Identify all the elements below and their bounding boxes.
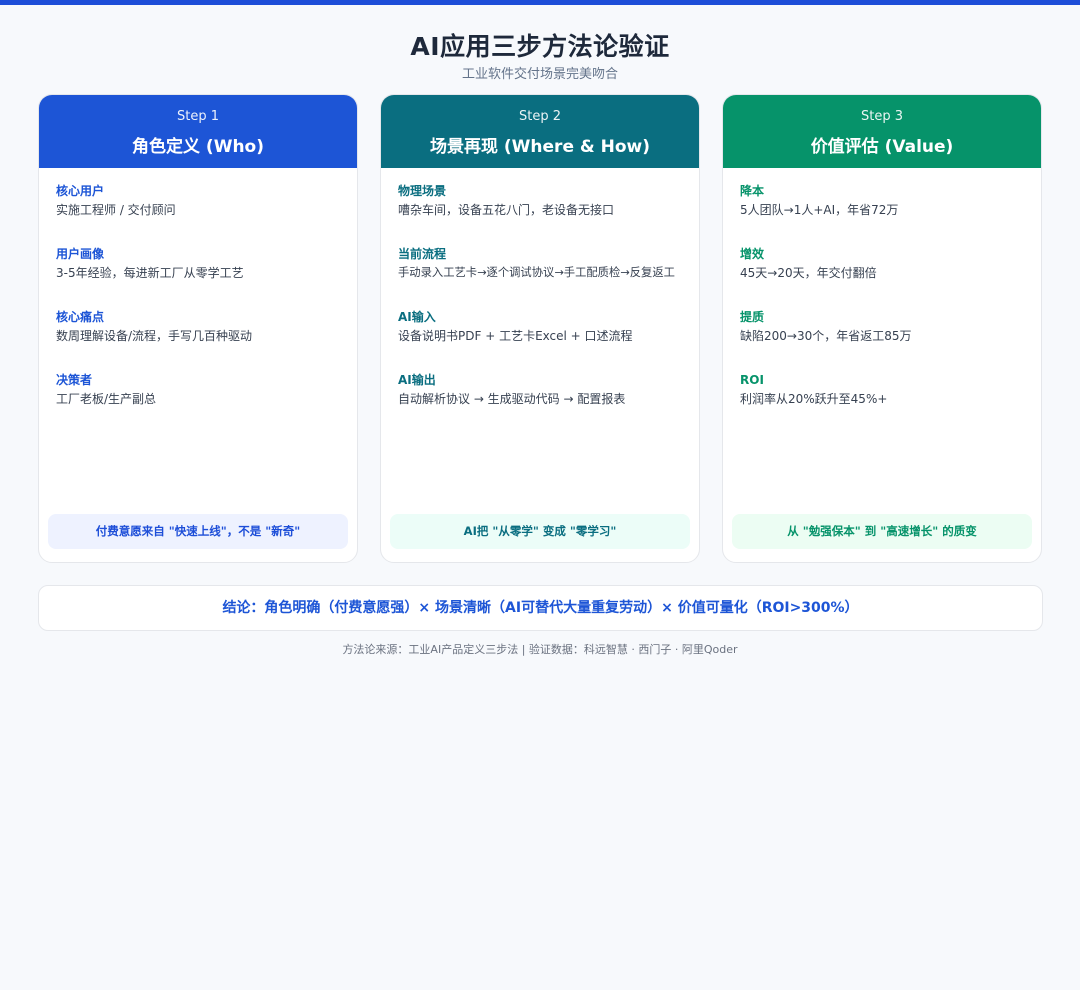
- item-text: 45天→20天，年交付翻倍: [740, 266, 877, 280]
- card-header: Step 2 场景再现 (Where & How): [381, 95, 699, 168]
- card-item: 增效 45天→20天，年交付翻倍: [740, 246, 1041, 309]
- card-item: AI输出 自动解析协议 → 生成驱动代码 → 配置报表: [398, 372, 699, 435]
- card-body: 物理场景 嘈杂车间，设备五花八门，老设备无接口 当前流程 手动录入工艺卡→逐个调…: [381, 168, 699, 435]
- step-card-who: Step 1 角色定义 (Who) 核心用户 实施工程师 / 交付顾问 用户画像…: [38, 94, 358, 563]
- item-text: 缺陷200→30个，年省返工85万: [740, 329, 912, 343]
- card-item: 核心痛点 数周理解设备/流程，手写几百种驱动: [56, 309, 357, 372]
- item-text: 自动解析协议 → 生成驱动代码 → 配置报表: [398, 392, 626, 406]
- item-label: AI输入: [398, 310, 436, 324]
- item-text: 利润率从20%跃升至45%+: [740, 392, 888, 406]
- step-label: Step 3: [860, 109, 903, 124]
- step-card-value: Step 3 价值评估 (Value) 降本 5人团队→1人+AI，年省72万 …: [722, 94, 1042, 563]
- item-label: 当前流程: [398, 247, 447, 261]
- step-card-where-how: Step 2 场景再现 (Where & How) 物理场景 嘈杂车间，设备五花…: [380, 94, 700, 563]
- card-footer-note: AI把 "从零学" 变成 "零学习": [390, 514, 690, 549]
- item-label: 核心用户: [56, 184, 105, 198]
- item-text: 5人团队→1人+AI，年省72万: [740, 203, 899, 217]
- item-text: 数周理解设备/流程，手写几百种驱动: [56, 329, 253, 343]
- item-label: 增效: [740, 247, 765, 261]
- card-body: 降本 5人团队→1人+AI，年省72万 增效 45天→20天，年交付翻倍 提质 …: [723, 168, 1041, 435]
- item-text: 嘈杂车间，设备五花八门，老设备无接口: [398, 203, 615, 217]
- card-footer-note: 从 "勉强保本" 到 "高速增长" 的质变: [732, 514, 1032, 549]
- card-item: 物理场景 嘈杂车间，设备五花八门，老设备无接口: [398, 183, 699, 246]
- card-item: AI输入 设备说明书PDF + 工艺卡Excel + 口述流程: [398, 309, 699, 372]
- card-header: Step 1 角色定义 (Who): [39, 95, 357, 168]
- step-label: Step 1: [176, 109, 219, 124]
- item-label: 降本: [740, 184, 765, 198]
- card-item: 降本 5人团队→1人+AI，年省72万: [740, 183, 1041, 246]
- item-label: 核心痛点: [56, 310, 105, 324]
- conclusion-banner: 结论：角色明确（付费意愿强）× 场景清晰（AI可替代大量重复劳动）× 价值可量化…: [38, 585, 1043, 631]
- card-title: 场景再现 (Where & How): [429, 137, 651, 157]
- card-item: ROI 利润率从20%跃升至45%+: [740, 372, 1041, 435]
- card-title: 价值评估 (Value): [810, 137, 954, 157]
- source-note: 方法论来源：工业AI产品定义三步法 | 验证数据：科远智慧 · 西门子 · 阿里…: [342, 643, 738, 656]
- card-header: Step 3 价值评估 (Value): [723, 95, 1041, 168]
- step-label: Step 2: [518, 109, 561, 124]
- top-accent-bar: [0, 0, 1080, 5]
- item-label: ROI: [740, 373, 764, 387]
- page-title: AI应用三步方法论验证: [410, 32, 670, 61]
- page-subtitle: 工业软件交付场景完美吻合: [461, 67, 618, 82]
- item-label: 决策者: [56, 373, 93, 387]
- item-text: 手动录入工艺卡→逐个调试协议→手工配质检→反复返工: [398, 266, 675, 279]
- item-text: 设备说明书PDF + 工艺卡Excel + 口述流程: [398, 329, 633, 343]
- item-label: AI输出: [398, 373, 436, 387]
- item-text: 实施工程师 / 交付顾问: [56, 203, 176, 217]
- item-label: 提质: [740, 310, 765, 324]
- card-footer-note: 付费意愿来自 "快速上线"，不是 "新奇": [48, 514, 348, 549]
- item-text: 工厂老板/生产副总: [56, 392, 157, 406]
- card-item: 提质 缺陷200→30个，年省返工85万: [740, 309, 1041, 372]
- item-label: 物理场景: [398, 184, 447, 198]
- item-text: 3-5年经验，每进新工厂从零学工艺: [56, 266, 244, 280]
- card-body: 核心用户 实施工程师 / 交付顾问 用户画像 3-5年经验，每进新工厂从零学工艺…: [39, 168, 357, 435]
- card-item: 核心用户 实施工程师 / 交付顾问: [56, 183, 357, 246]
- item-label: 用户画像: [56, 247, 105, 261]
- card-item: 决策者 工厂老板/生产副总: [56, 372, 357, 435]
- card-title: 角色定义 (Who): [132, 137, 264, 157]
- card-item: 当前流程 手动录入工艺卡→逐个调试协议→手工配质检→反复返工: [398, 246, 699, 309]
- card-item: 用户画像 3-5年经验，每进新工厂从零学工艺: [56, 246, 357, 309]
